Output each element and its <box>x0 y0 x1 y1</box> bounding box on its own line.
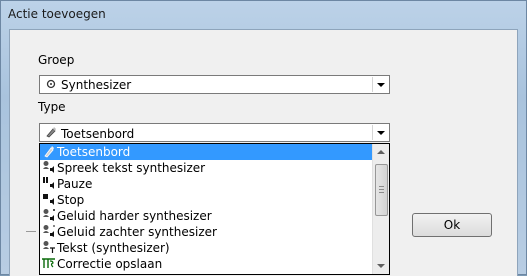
list-item[interactable]: Stop <box>40 192 374 208</box>
keyboard-pen-icon <box>45 126 57 141</box>
list-item-label: Toetsenbord <box>57 145 131 159</box>
list-item-label: Geluid zachter synthesizer <box>57 225 217 239</box>
window-title: Actie toevoegen <box>8 7 106 21</box>
list-item-label: Tekst (synthesizer) <box>57 241 170 255</box>
group-label: Groep <box>38 53 75 67</box>
tts-icon <box>42 256 56 270</box>
text-person-icon <box>42 240 56 254</box>
group-select[interactable]: Synthesizer <box>39 75 390 94</box>
list-item-label: Geluid harder synthesizer <box>57 209 212 223</box>
list-item-label: Spreek tekst synthesizer <box>57 161 206 175</box>
speaker-person-icon <box>42 160 56 174</box>
volume-up-person-icon <box>42 208 56 222</box>
scroll-thumb[interactable] <box>375 164 388 216</box>
list-item-label: Correctie opslaan <box>57 257 163 271</box>
chevron-down-icon <box>376 82 385 87</box>
chevron-down-icon <box>377 264 385 268</box>
group-select-value: Synthesizer <box>61 78 132 92</box>
group-dropdown-button[interactable] <box>372 77 388 92</box>
type-label: Type <box>38 100 66 114</box>
list-item[interactable]: Tekst (synthesizer) <box>40 240 374 256</box>
ok-button[interactable]: Ok <box>412 213 492 237</box>
type-dropdown-button[interactable] <box>372 125 388 140</box>
list-item[interactable]: Toetsenbord <box>40 144 374 160</box>
list-scrollbar[interactable] <box>372 144 389 274</box>
speaker-small-icon <box>45 79 57 92</box>
list-item-label: Pauze <box>57 177 93 191</box>
chevron-up-icon <box>377 150 385 154</box>
list-item[interactable]: Correctie opslaan <box>40 256 374 272</box>
chevron-down-icon <box>376 130 385 135</box>
type-select[interactable]: Toetsenbord <box>39 123 390 142</box>
list-item[interactable]: Geluid zachter synthesizer <box>40 224 374 240</box>
list-item-label: Stop <box>57 193 85 207</box>
stop-speaker-icon <box>42 192 56 206</box>
scroll-down-button[interactable] <box>373 258 389 274</box>
type-dropdown-list[interactable]: Toetsenbord Spreek tekst synthesizer Pau… <box>39 143 390 275</box>
divider <box>26 231 36 232</box>
list-item[interactable]: Pauze <box>40 176 374 192</box>
list-item[interactable]: Geluid harder synthesizer <box>40 208 374 224</box>
volume-down-person-icon <box>42 224 56 238</box>
type-select-value: Toetsenbord <box>61 127 135 141</box>
keyboard-pen-icon <box>42 144 56 158</box>
title-bar[interactable]: Actie toevoegen <box>1 1 526 27</box>
list-item[interactable]: Spreek tekst synthesizer <box>40 160 374 176</box>
pause-speaker-icon <box>42 176 56 190</box>
scroll-up-button[interactable] <box>373 144 389 160</box>
